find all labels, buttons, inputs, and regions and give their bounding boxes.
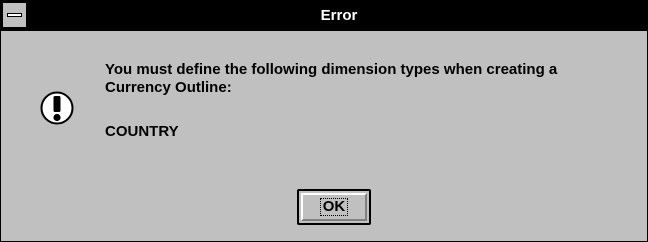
message-line-1: You must define the following dimension … <box>105 61 558 78</box>
system-menu-button[interactable] <box>3 3 27 27</box>
error-dialog: Error You must define the following dime… <box>0 0 648 242</box>
message-line-2: Currency Outline: <box>105 79 232 96</box>
ok-button-face: OK <box>301 193 367 221</box>
window-title: Error <box>320 7 358 24</box>
ok-button-label: OK <box>319 198 349 216</box>
ok-button[interactable]: OK <box>297 189 371 225</box>
exclamation-icon <box>40 91 74 125</box>
message-spacer <box>105 97 645 123</box>
error-message: You must define the following dimension … <box>105 61 645 141</box>
dimension-type: COUNTRY <box>105 123 179 140</box>
title-bar[interactable]: Error <box>1 1 647 31</box>
system-menu-icon <box>7 13 22 17</box>
